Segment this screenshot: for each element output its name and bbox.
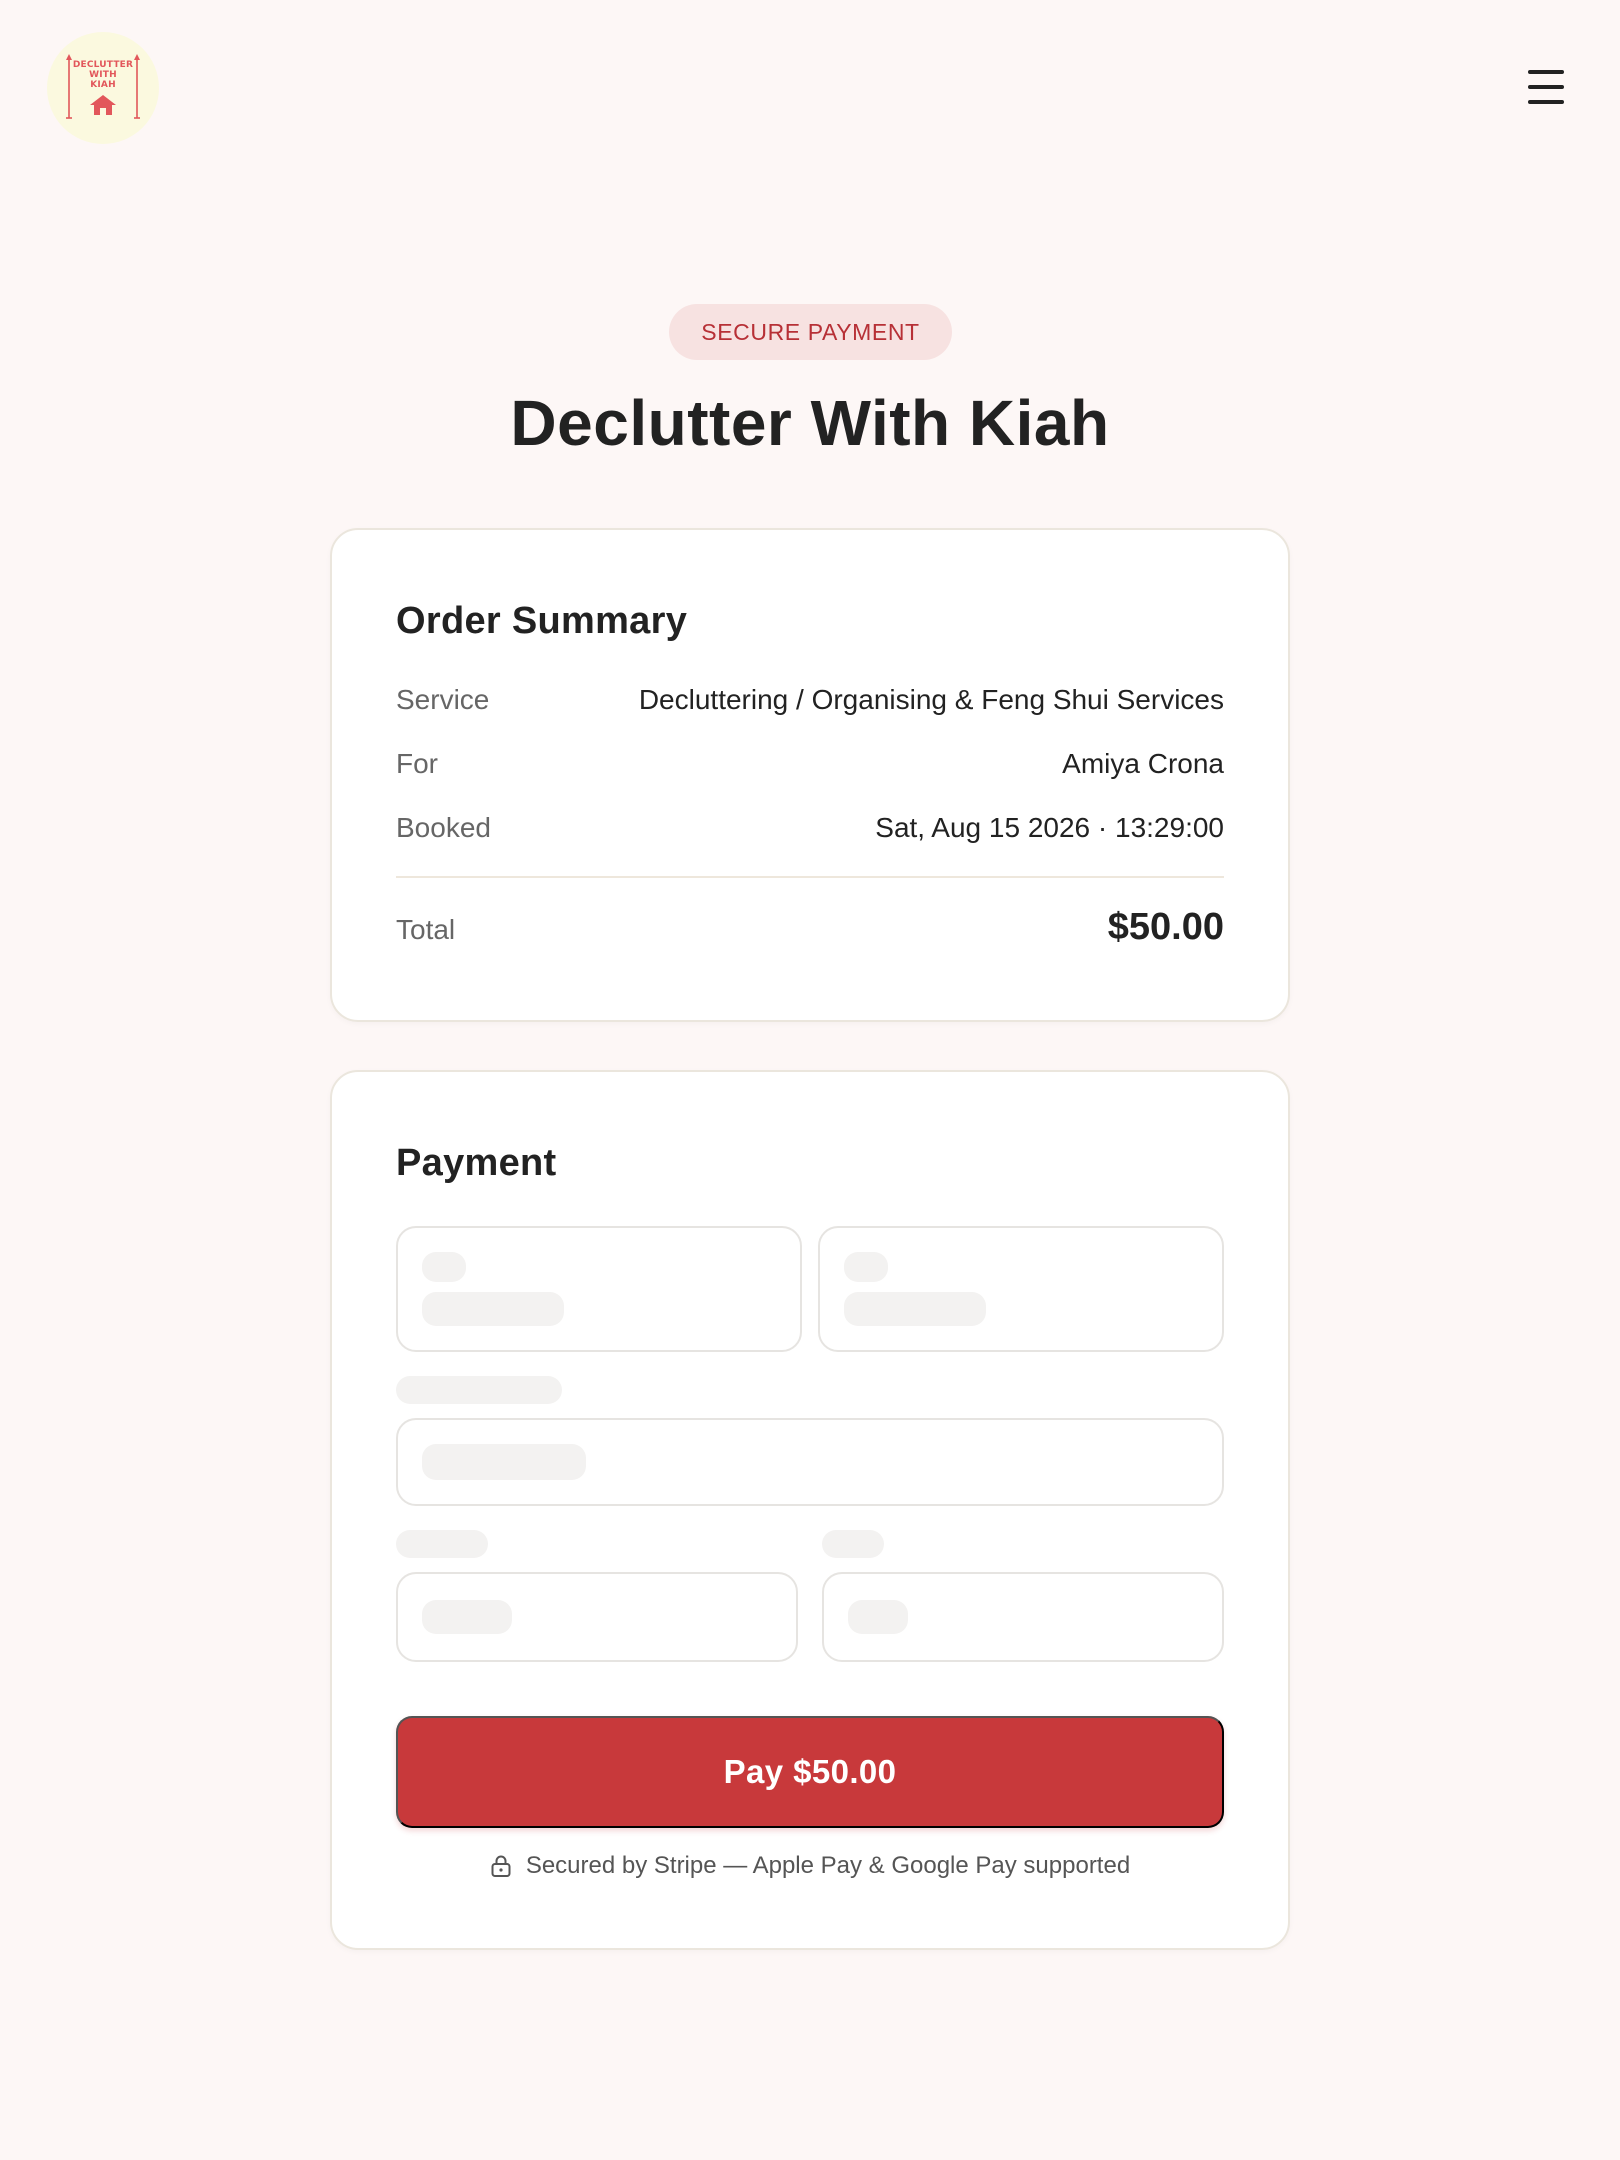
skeleton-line: [848, 1600, 908, 1634]
skeleton-line: [422, 1252, 466, 1282]
row-label: Booked: [396, 812, 491, 843]
expiry-field-placeholder[interactable]: [396, 1572, 798, 1662]
pay-button[interactable]: Pay $50.00: [396, 1716, 1224, 1828]
skeleton-line: [844, 1292, 986, 1326]
row-value: Sat, Aug 15 2026 · 13:29:00: [875, 812, 1224, 843]
summary-row-for: For Amiya Crona: [396, 748, 1224, 780]
field-label-placeholder: [822, 1530, 884, 1558]
summary-divider: [396, 876, 1224, 878]
summary-row-total: Total $50.00: [396, 906, 1224, 949]
payment-heading: Payment: [396, 1142, 557, 1184]
card-number-field-placeholder[interactable]: [396, 1418, 1224, 1506]
menu-bar: [1528, 85, 1564, 89]
row-value: Amiya Crona: [1062, 748, 1224, 779]
site-header: DECLUTTER WITH KIAH: [0, 0, 1620, 180]
lock-icon: [491, 1855, 511, 1877]
total-amount: $50.00: [1107, 906, 1224, 948]
payment-method-tile-placeholder[interactable]: [396, 1226, 802, 1352]
page-title: Declutter With Kiah: [510, 387, 1110, 459]
menu-bar: [1528, 70, 1564, 74]
skeleton-line: [422, 1444, 586, 1480]
skeleton-line: [422, 1600, 512, 1634]
arrow-decoration-icon: [66, 54, 140, 119]
menu-bar: [1528, 100, 1564, 104]
payment-method-tile-placeholder[interactable]: [818, 1226, 1224, 1352]
skeleton-line: [422, 1292, 564, 1326]
brand-logo[interactable]: DECLUTTER WITH KIAH: [47, 32, 159, 144]
row-label: Service: [396, 684, 490, 715]
secure-note-text: Secured by Stripe — Apple Pay & Google P…: [525, 1852, 1131, 1879]
summary-row-booked: Booked Sat, Aug 15 2026 · 13:29:00: [396, 812, 1224, 844]
total-label: Total: [396, 914, 456, 945]
summary-row-service: Service Decluttering / Organising & Feng…: [396, 684, 1224, 716]
order-summary-card: Order Summary Service Decluttering / Org…: [330, 528, 1290, 1022]
payment-card: Payment Pay $50.00 Secured by Stripe — A…: [330, 1070, 1290, 1950]
field-label-placeholder: [396, 1530, 488, 1558]
field-label-placeholder: [396, 1376, 562, 1404]
secure-note: Secured by Stripe — Apple Pay & Google P…: [332, 1852, 1288, 1880]
secure-payment-badge: SECURE PAYMENT: [669, 304, 952, 360]
row-label: For: [396, 748, 438, 779]
skeleton-line: [844, 1252, 888, 1282]
row-value: Decluttering / Organising & Feng Shui Se…: [638, 684, 1224, 715]
cvc-field-placeholder[interactable]: [822, 1572, 1224, 1662]
hamburger-menu-icon[interactable]: [1528, 70, 1568, 104]
order-summary-heading: Order Summary: [396, 600, 688, 642]
